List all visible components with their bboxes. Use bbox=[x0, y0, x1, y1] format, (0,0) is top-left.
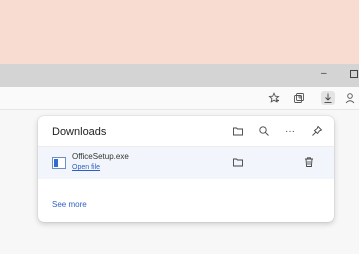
more-options-icon[interactable]: ··· bbox=[283, 124, 297, 138]
exe-file-icon bbox=[52, 157, 66, 169]
page-banner bbox=[0, 0, 359, 64]
collections-icon[interactable] bbox=[292, 91, 306, 105]
profile-icon[interactable] bbox=[343, 91, 357, 105]
browser-title-bar bbox=[0, 64, 359, 87]
pin-icon[interactable] bbox=[310, 124, 324, 138]
favorites-star-icon[interactable] bbox=[267, 91, 281, 105]
minimize-button[interactable]: – bbox=[321, 67, 327, 81]
download-item[interactable]: OfficeSetup.exe Open file bbox=[38, 147, 334, 179]
maximize-button[interactable] bbox=[350, 70, 358, 78]
downloads-icon[interactable] bbox=[321, 91, 335, 105]
download-file-name: OfficeSetup.exe bbox=[72, 152, 129, 161]
delete-icon[interactable] bbox=[302, 155, 316, 169]
show-in-folder-icon[interactable] bbox=[231, 155, 245, 169]
open-file-link[interactable]: Open file bbox=[72, 164, 100, 171]
panel-title: Downloads bbox=[52, 126, 107, 138]
open-folder-icon[interactable] bbox=[231, 124, 245, 138]
downloads-panel: Downloads ··· OfficeSetup.exe Open file … bbox=[38, 116, 334, 222]
see-more-link[interactable]: See more bbox=[52, 200, 87, 209]
search-icon[interactable] bbox=[257, 124, 271, 138]
